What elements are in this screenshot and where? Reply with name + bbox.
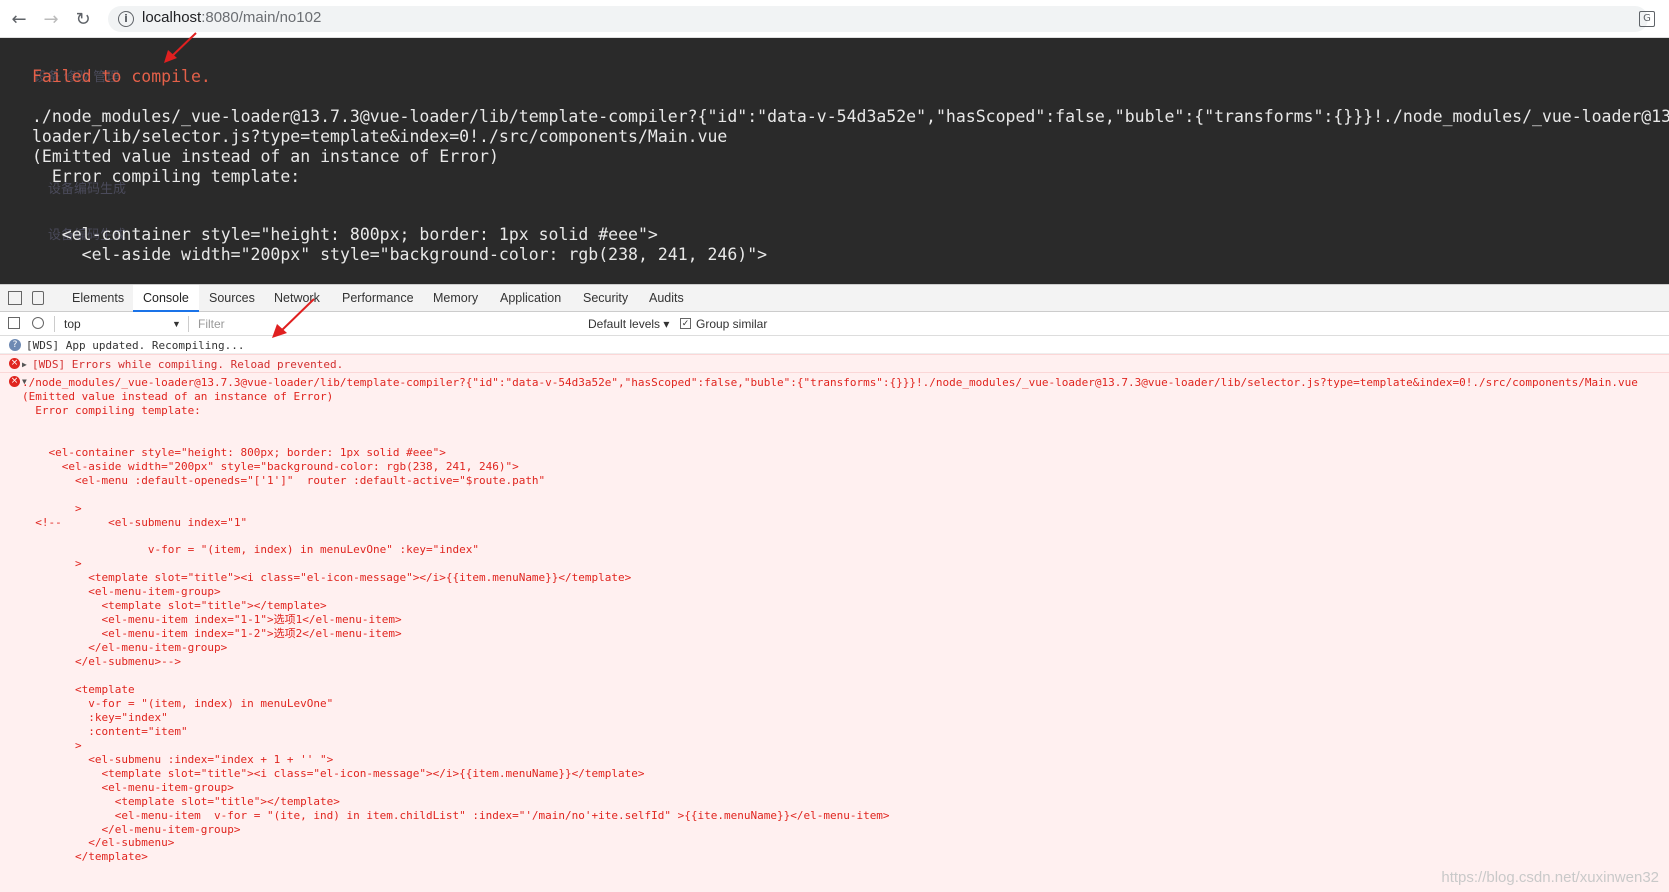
divider bbox=[188, 316, 189, 332]
annotation-arrow-icon bbox=[272, 298, 315, 338]
expand-triangle-icon[interactable]: ▶ bbox=[22, 360, 27, 369]
error-icon: × bbox=[9, 358, 20, 369]
annotation-arrow-icon bbox=[164, 32, 197, 63]
overlay-line: <el-aside width="200px" style="backgroun… bbox=[32, 245, 768, 264]
inspect-element-icon[interactable] bbox=[8, 291, 22, 305]
chevron-down-icon[interactable]: ▼ bbox=[172, 319, 181, 329]
reload-icon[interactable]: ↻ bbox=[72, 9, 94, 31]
tab-audits[interactable]: Audits bbox=[649, 285, 684, 312]
tab-application[interactable]: Application bbox=[500, 285, 561, 312]
clear-console-icon[interactable] bbox=[32, 317, 44, 329]
group-similar-label: Group similar bbox=[696, 317, 768, 331]
context-select[interactable]: top bbox=[64, 317, 81, 331]
console-message-text: [WDS] Errors while compiling. Reload pre… bbox=[32, 358, 344, 371]
tab-elements[interactable]: Elements bbox=[72, 285, 124, 312]
info-icon: ? bbox=[9, 339, 21, 351]
overlay-title: Failed to compile. bbox=[32, 67, 211, 86]
tab-sources[interactable]: Sources bbox=[209, 285, 255, 312]
url-path: :8080/main/no102 bbox=[201, 9, 322, 26]
overlay-line: loader/lib/selector.js?type=template&ind… bbox=[32, 127, 728, 146]
watermark-text: https://blog.csdn.net/xuxinwen32 bbox=[1441, 869, 1659, 886]
tab-memory[interactable]: Memory bbox=[433, 285, 478, 312]
overlay-line: <el-container style="height: 800px; bord… bbox=[32, 225, 658, 244]
address-bar[interactable] bbox=[108, 6, 1648, 32]
back-icon[interactable]: ← bbox=[8, 9, 30, 31]
overlay-line: ./node_modules/_vue-loader@13.7.3@vue-lo… bbox=[32, 107, 1669, 126]
default-levels-dropdown[interactable]: Default levels ▾ bbox=[588, 317, 669, 331]
overlay-line: Error compiling template: bbox=[32, 167, 301, 186]
tab-console[interactable]: Console bbox=[133, 285, 199, 312]
error-stack-text: ./node_modules/_vue-loader@13.7.3@vue-lo… bbox=[22, 376, 1638, 864]
tab-security[interactable]: Security bbox=[583, 285, 628, 312]
console-message-info: ? [WDS] App updated. Recompiling... bbox=[0, 336, 1669, 354]
console-message-error-expanded[interactable]: × ▼ ./node_modules/_vue-loader@13.7.3@vu… bbox=[0, 373, 1669, 892]
devtools-tabbar: Elements Console Sources Network Perform… bbox=[0, 284, 1669, 312]
device-toolbar-icon[interactable] bbox=[32, 291, 44, 305]
sidebar-toggle-icon[interactable] bbox=[8, 317, 20, 329]
group-similar-checkbox[interactable]: ✓ bbox=[680, 318, 691, 329]
translate-icon[interactable]: G bbox=[1639, 11, 1655, 27]
url-text[interactable]: localhost:8080/main/no102 bbox=[142, 9, 321, 26]
forward-icon[interactable]: → bbox=[40, 9, 62, 31]
filter-input[interactable]: Filter bbox=[198, 317, 225, 331]
error-overlay: 设备 修改 管理 设备编码生成 设备编码生成 Failed to compile… bbox=[0, 38, 1669, 284]
console-filter-bar: top ▼ Filter Default levels ▾ ✓ Group si… bbox=[0, 312, 1669, 336]
error-icon: × bbox=[9, 376, 20, 387]
browser-toolbar: ← → ↻ i localhost:8080/main/no102 G bbox=[0, 0, 1669, 38]
overlay-line: (Emitted value instead of an instance of… bbox=[32, 147, 499, 166]
divider bbox=[54, 316, 55, 332]
url-host: localhost bbox=[142, 9, 202, 26]
tab-performance[interactable]: Performance bbox=[342, 285, 414, 312]
console-message-error[interactable]: × ▶ [WDS] Errors while compiling. Reload… bbox=[0, 354, 1669, 373]
console-output: ? [WDS] App updated. Recompiling... × ▶ … bbox=[0, 336, 1669, 892]
console-message-text: [WDS] App updated. Recompiling... bbox=[26, 339, 245, 352]
site-info-icon[interactable]: i bbox=[118, 11, 134, 27]
